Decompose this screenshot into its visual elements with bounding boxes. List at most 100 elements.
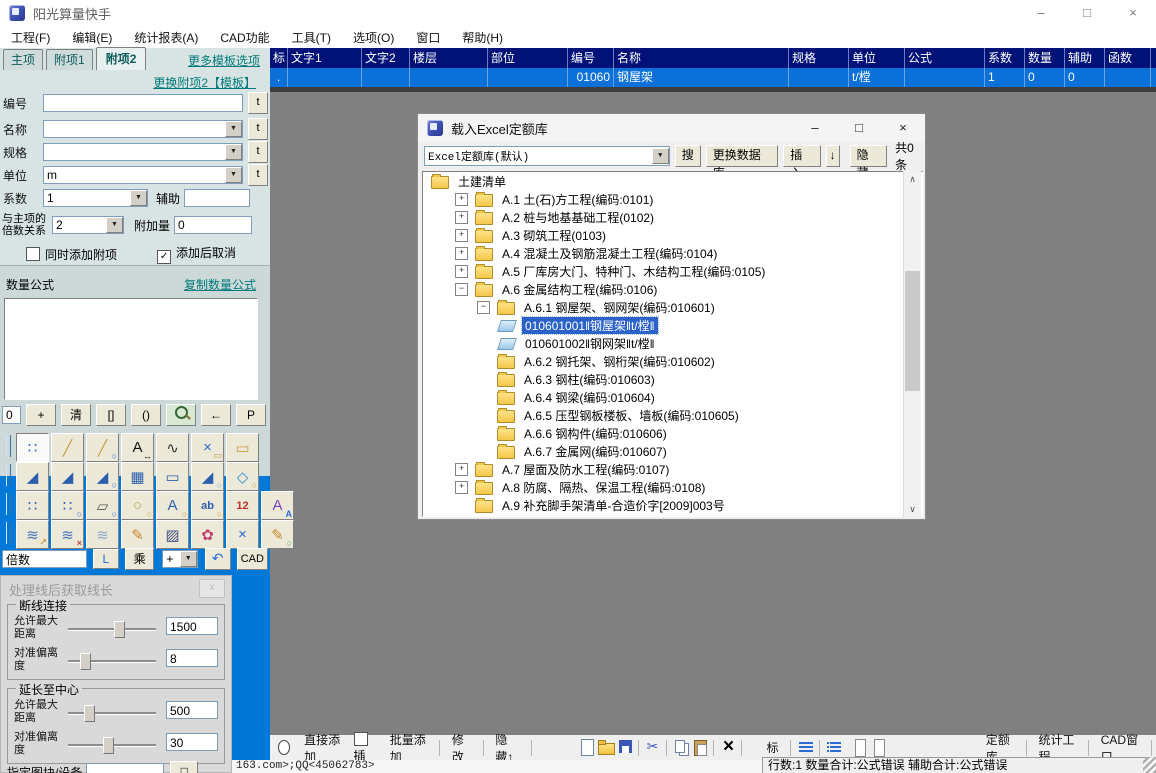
- grid-cell[interactable]: [288, 68, 362, 87]
- add-mode-radio[interactable]: [278, 740, 290, 755]
- menu-item[interactable]: CAD功能: [209, 29, 280, 46]
- tree-item[interactable]: A.9 补充脚手架清单-合造价字[2009]003号: [423, 496, 922, 514]
- menu-item[interactable]: 统计报表(A): [123, 29, 209, 46]
- slider-thumb[interactable]: [80, 653, 91, 670]
- tree-item[interactable]: +A.4 混凝土及钢筋混凝土工程(编码:0104): [423, 244, 922, 262]
- area-slope-button[interactable]: ◢: [16, 462, 49, 491]
- tree-item-label[interactable]: A.6.1 钢屋架、钢网架(编码:010601): [521, 299, 718, 316]
- name-combo[interactable]: ▼: [43, 120, 243, 138]
- column-left-icon[interactable]: [852, 739, 865, 756]
- menu-item[interactable]: 窗口: [405, 29, 451, 46]
- slider-value-input[interactable]: 1500: [166, 617, 218, 635]
- dialog-maximize-button[interactable]: □: [837, 114, 881, 142]
- tree-item-label[interactable]: A.6.4 钢梁(编码:010604): [521, 389, 658, 406]
- chevron-down-icon[interactable]: ▼: [225, 167, 242, 183]
- tree-item-label[interactable]: A.6.6 钢构件(编码:010606): [521, 425, 670, 442]
- area-slope2-button[interactable]: ◢: [51, 462, 84, 491]
- slider-thumb[interactable]: [114, 621, 125, 638]
- block-pick-button[interactable]: □: [170, 761, 198, 773]
- tree-item-label[interactable]: 土建清单: [455, 173, 509, 190]
- grid-column-header[interactable]: 公式: [905, 48, 985, 68]
- tree-item-label[interactable]: A.9 补充脚手架清单-合造价字[2009]003号: [499, 497, 728, 514]
- tree-item-label[interactable]: A.1 土(石)方工程(编码:0101): [499, 191, 656, 208]
- region-points-button[interactable]: ▦: [121, 462, 154, 491]
- grid-cell[interactable]: [789, 68, 849, 87]
- layers-cut-button[interactable]: ≋×: [51, 520, 84, 549]
- tree-item[interactable]: + A.1 土(石)方工程(编码:0101): [423, 190, 922, 208]
- name-t-button[interactable]: t: [248, 118, 268, 140]
- grid-cell[interactable]: [488, 68, 568, 87]
- column-right-icon[interactable]: [871, 739, 884, 756]
- switch-database-button[interactable]: 更换数据库: [706, 145, 779, 167]
- chevron-down-icon[interactable]: ▼: [225, 144, 242, 160]
- grid-cell[interactable]: 钢屋架: [614, 68, 789, 87]
- tree-expander[interactable]: +: [455, 193, 468, 206]
- search-formula-button[interactable]: [166, 404, 196, 426]
- formula-count-input[interactable]: 0: [2, 406, 21, 424]
- tree-item-label[interactable]: A.6.3 钢柱(编码:010603): [521, 371, 658, 388]
- find-text-button[interactable]: A○: [156, 491, 189, 520]
- save-icon[interactable]: [618, 739, 631, 756]
- grid-column-header[interactable]: 文字2: [362, 48, 410, 68]
- replace-template-link[interactable]: 更换附项2【模板】: [153, 74, 256, 91]
- hatch-region-button[interactable]: ▨: [156, 520, 189, 549]
- slider-thumb[interactable]: [103, 737, 114, 754]
- tree-item-label[interactable]: A.4 混凝土及钢筋混凝土工程(编码:0104): [499, 245, 720, 262]
- tree-item-label[interactable]: 010601001‖钢屋架‖t/樘‖: [522, 317, 658, 334]
- ruler-zoom-button[interactable]: ╱○: [86, 433, 119, 462]
- grid-cell[interactable]: 0: [1025, 68, 1065, 87]
- rectangle-button[interactable]: ▭: [156, 462, 189, 491]
- delete-icon[interactable]: [721, 739, 734, 756]
- operator-combo[interactable]: +▼: [162, 550, 197, 568]
- find-abc-button[interactable]: ab○: [191, 491, 224, 520]
- menu-item[interactable]: 选项(O): [342, 29, 405, 46]
- tree-item[interactable]: 土建清单: [423, 172, 922, 190]
- scroll-up-icon[interactable]: ∧: [904, 171, 921, 187]
- checkbox-box[interactable]: ✓: [157, 250, 171, 264]
- grid-cell[interactable]: t/樘: [849, 68, 905, 87]
- tree-expander[interactable]: +: [455, 211, 468, 224]
- tree-item-label[interactable]: A.6.2 钢托架、钢桁架(编码:010602): [521, 353, 718, 370]
- insert-checkbox[interactable]: 插: [354, 732, 378, 764]
- l-button[interactable]: L: [93, 549, 119, 569]
- multiplier-input[interactable]: 倍数: [2, 550, 87, 568]
- dialog-close-button[interactable]: ×: [881, 114, 925, 142]
- tree-item[interactable]: +A.2 桩与地基基础工程(0102): [423, 208, 922, 226]
- pencil-edit-button[interactable]: ✎: [121, 520, 154, 549]
- tree-item[interactable]: −A.6 金属结构工程(编码:0106): [423, 280, 922, 298]
- cut-icon[interactable]: [646, 739, 659, 756]
- copy-formula-link[interactable]: 复制数量公式: [184, 276, 256, 293]
- resize-grip[interactable]: [1143, 757, 1156, 773]
- insert-button[interactable]: 插入: [783, 145, 820, 167]
- extra-input[interactable]: 0: [174, 216, 252, 234]
- tree-item-label[interactable]: A.7 屋面及防水工程(编码:0107): [499, 461, 672, 478]
- close-button[interactable]: ×: [1110, 0, 1156, 26]
- pencil-flask-button[interactable]: ✎○: [261, 520, 294, 549]
- checkbox-box[interactable]: [26, 247, 40, 261]
- ruler-button[interactable]: ╱: [51, 433, 84, 462]
- tree-expander[interactable]: −: [477, 301, 490, 314]
- grid-cell[interactable]: 0: [1065, 68, 1105, 87]
- slider-value-input[interactable]: 500: [166, 701, 218, 719]
- aux-input[interactable]: [184, 189, 250, 207]
- checkbox-add-sub[interactable]: 同时添加附项: [26, 246, 117, 263]
- tree-expander[interactable]: +: [455, 265, 468, 278]
- grid-column-header[interactable]: 名称: [614, 48, 789, 68]
- grid-column-header[interactable]: 楼层: [410, 48, 488, 68]
- line-panel-close-icon[interactable]: x: [199, 579, 225, 598]
- menu-item[interactable]: 帮助(H): [451, 29, 514, 46]
- tree-item[interactable]: A.6.6 钢构件(编码:010606): [423, 424, 922, 442]
- tree-item-label[interactable]: 010601002‖钢网架‖t/樘‖: [522, 335, 658, 352]
- maximize-button[interactable]: □: [1064, 0, 1110, 26]
- grid-cell[interactable]: .: [270, 68, 288, 87]
- cross-lines-button[interactable]: ×: [226, 520, 259, 549]
- tree-expander[interactable]: +: [455, 229, 468, 242]
- list-view-icon[interactable]: [798, 739, 811, 756]
- plus-button[interactable]: +: [26, 404, 56, 426]
- polyline-length-button[interactable]: ∿: [156, 433, 189, 462]
- grid-row[interactable]: .01060钢屋架t/樘100: [270, 68, 1156, 87]
- tree-item[interactable]: 010601001‖钢屋架‖t/樘‖: [423, 316, 922, 334]
- calendar-12-button[interactable]: 12: [226, 491, 259, 520]
- area-slope-zoom-button[interactable]: ◢○: [86, 462, 119, 491]
- search-button[interactable]: 搜: [675, 145, 701, 167]
